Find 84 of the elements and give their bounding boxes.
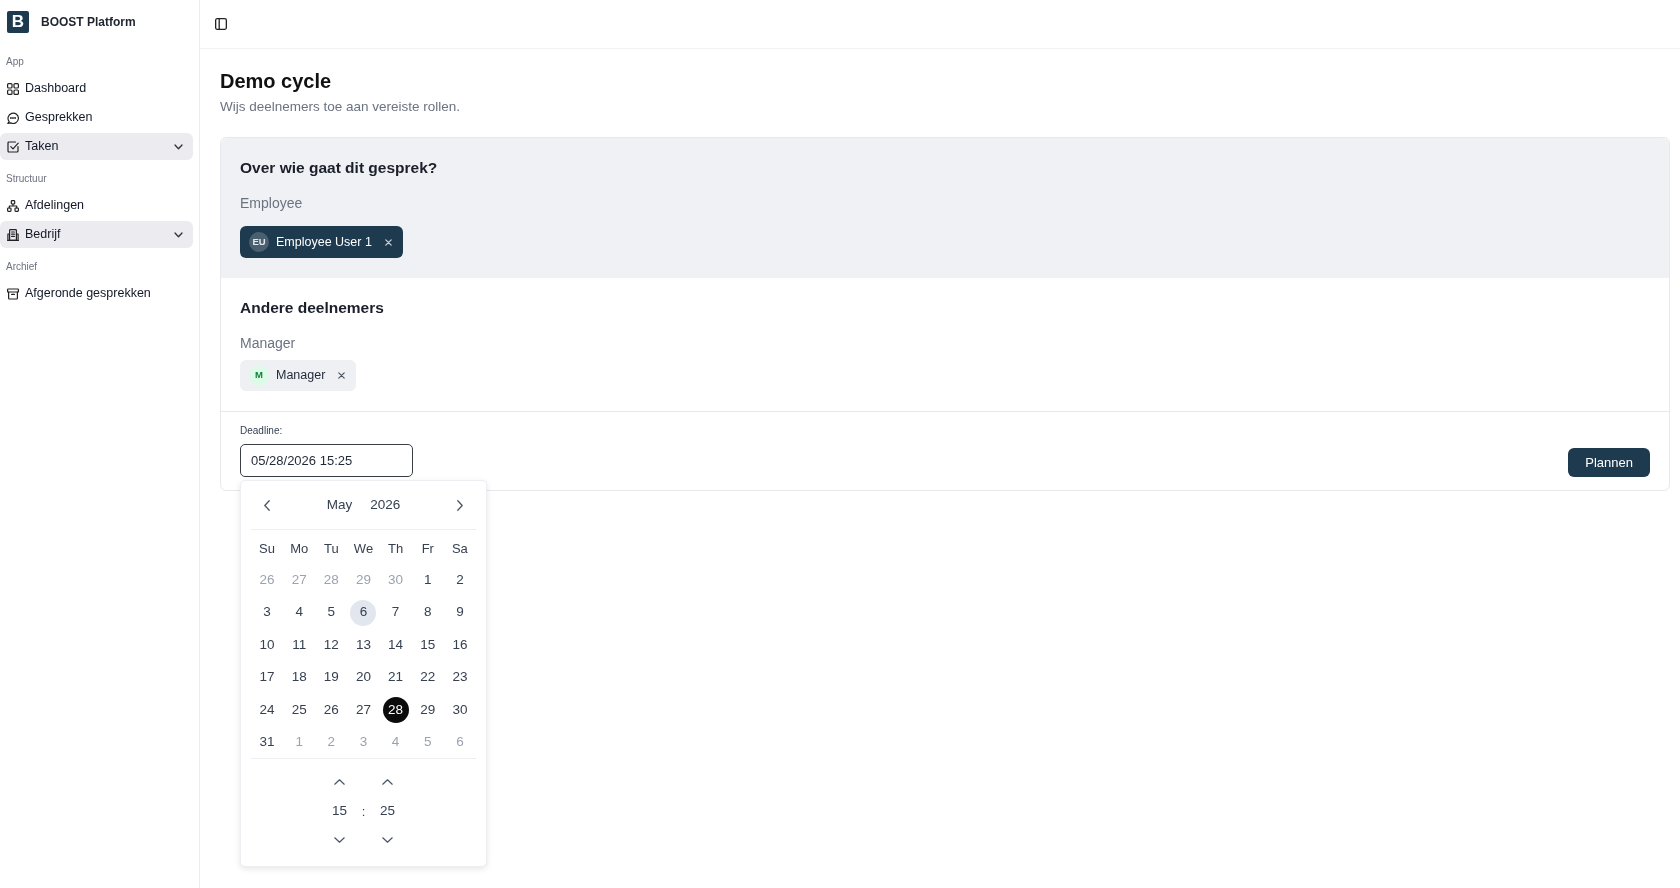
close-icon [384, 238, 392, 246]
chevron-right-icon [457, 499, 463, 511]
deadline-label: Deadline: [240, 424, 283, 437]
sidebar-group[interactable]: Bedrijf [0, 221, 193, 248]
calendar-day[interactable]: 7 [382, 599, 409, 626]
calendar-day[interactable]: 12 [318, 631, 345, 658]
calendar-day[interactable]: 28 [382, 696, 409, 723]
calendar-day[interactable]: 18 [286, 664, 313, 691]
section-heading: Andere deelnemers [240, 298, 385, 318]
participant-name: Manager [276, 367, 326, 385]
brand-logo: B [7, 11, 29, 33]
calendar-day[interactable]: 23 [446, 664, 473, 691]
chevron-left-icon [264, 499, 270, 511]
sidebar-item[interactable]: Dashboard [0, 75, 193, 102]
minute-value[interactable]: 25 [380, 802, 395, 821]
weekday-label: Th [388, 540, 404, 559]
archive-box-icon [7, 287, 19, 300]
weekday-label: Su [259, 540, 275, 559]
calendar-day[interactable]: 16 [446, 631, 473, 658]
calendar-day[interactable]: 6 [350, 599, 377, 626]
weekday-label: Tu [324, 540, 339, 559]
month-label[interactable]: May [326, 494, 353, 516]
participant-name: Employee User 1 [276, 233, 372, 251]
chevron-down-icon [174, 143, 183, 150]
sidebar-icon[interactable] [215, 18, 227, 30]
calendar-day[interactable]: 25 [286, 696, 313, 723]
weekday-label: Sa [451, 540, 468, 559]
calendar-day[interactable]: 10 [254, 631, 281, 658]
sidebar-item[interactable]: Gesprekken [0, 104, 193, 131]
sidebar-section-label: Structuur [5, 172, 47, 186]
sidebar-item[interactable]: Afgeronde gesprekken [0, 280, 193, 307]
calendar-day[interactable]: 17 [254, 664, 281, 691]
role-label: Employee [240, 194, 304, 212]
calendar-day[interactable]: 1 [414, 567, 441, 594]
building-icon [7, 228, 19, 241]
chevron-down-icon [174, 231, 183, 238]
role-label: Manager [240, 334, 297, 352]
deadline-input[interactable]: 05/28/2026 15:25 [240, 444, 413, 477]
calendar-day[interactable]: 2 [446, 567, 473, 594]
chevron-up-icon [334, 779, 345, 786]
calendar-day[interactable]: 20 [350, 664, 377, 691]
calendar-day[interactable]: 5 [318, 599, 345, 626]
calendar-day[interactable]: 27 [350, 696, 377, 723]
calendar-day[interactable]: 22 [414, 664, 441, 691]
calendar-day[interactable]: 8 [414, 599, 441, 626]
chevron-up-icon [382, 779, 393, 786]
page-subtitle: Wijs deelnemers toe aan vereiste rollen. [220, 98, 462, 116]
calendar-day[interactable]: 19 [318, 664, 345, 691]
checkbox-icon [7, 140, 19, 153]
calendar-day[interactable]: 11 [286, 631, 313, 658]
sidebar-section-label: Archief [5, 260, 38, 274]
calendar-day[interactable]: 3 [254, 599, 281, 626]
calendar-day[interactable]: 21 [382, 664, 409, 691]
chevron-down-icon [334, 837, 345, 844]
initials-avatar: M [249, 365, 269, 386]
hour-value[interactable]: 15 [332, 802, 347, 821]
close-icon [338, 372, 346, 379]
weekday-label: Fr [421, 540, 434, 559]
section-heading: Over wie gaat dit gesprek? [240, 158, 439, 178]
chat-bubble-icon [7, 111, 19, 124]
brand-name: BOOST Platform [41, 14, 136, 31]
calendar-day[interactable]: 15 [414, 631, 441, 658]
sidebar-section-label: App [5, 55, 24, 69]
calendar-day[interactable]: 24 [254, 696, 281, 723]
time-separator: : [361, 802, 366, 821]
initials-avatar: EU [249, 232, 269, 252]
sidebar-item[interactable]: Afdelingen [0, 192, 193, 219]
calendar-day[interactable]: 4 [286, 599, 313, 626]
grid-icon [7, 82, 19, 95]
calendar-day[interactable]: 26 [318, 696, 345, 723]
chevron-down-icon [382, 837, 393, 844]
sidebar-group[interactable]: Taken [0, 133, 193, 160]
calendar-day[interactable]: 14 [382, 631, 409, 658]
calendar-day[interactable]: 29 [414, 696, 441, 723]
hierarchy-icon [7, 199, 19, 212]
calendar-day[interactable]: 9 [446, 599, 473, 626]
weekday-label: Mo [290, 540, 309, 559]
year-label[interactable]: 2026 [370, 494, 401, 516]
plan-button[interactable]: Plannen [1568, 448, 1650, 477]
calendar-day[interactable]: 13 [350, 631, 377, 658]
calendar-day[interactable]: 31 [254, 729, 281, 756]
page-title: Demo cycle [220, 69, 333, 93]
weekday-label: We [353, 540, 374, 559]
calendar-day[interactable]: 30 [446, 696, 473, 723]
